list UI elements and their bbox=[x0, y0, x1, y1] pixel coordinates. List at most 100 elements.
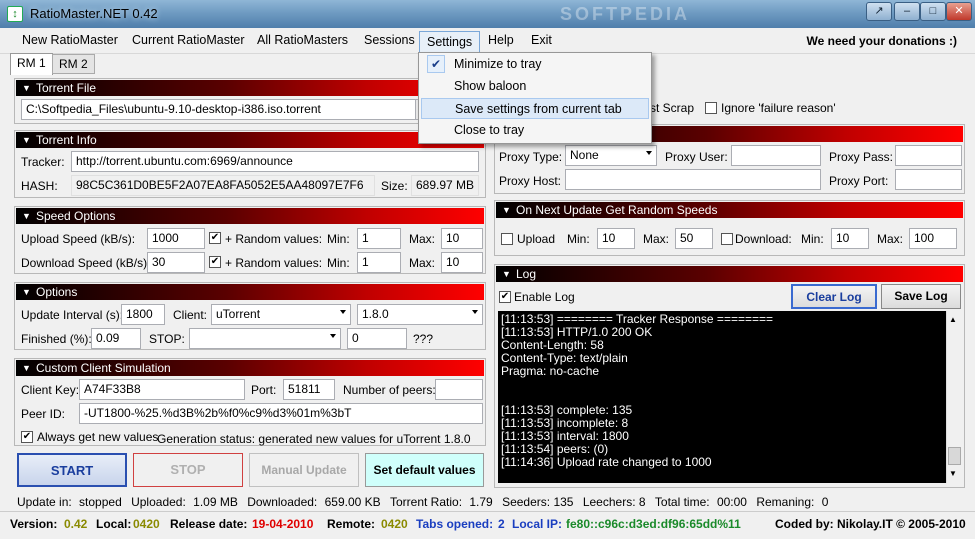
proxy-port-field[interactable] bbox=[895, 169, 962, 190]
header-label: Torrent Info bbox=[36, 133, 97, 147]
title-bar[interactable]: ↕ RatioMaster.NET 0.42 SOFTPEDIA ↗ – □ ✕ bbox=[0, 0, 975, 28]
upload-min-label: Min: bbox=[327, 232, 350, 246]
finished-field[interactable]: 0.09 bbox=[91, 328, 141, 349]
save-log-button[interactable]: Save Log bbox=[881, 284, 961, 309]
peers-field[interactable] bbox=[435, 379, 483, 400]
custom-client-header[interactable]: ▼ Custom Client Simulation bbox=[16, 360, 484, 376]
hash-label: HASH: bbox=[21, 179, 58, 193]
leechers-label: Leechers: bbox=[582, 495, 636, 509]
menu-save-settings[interactable]: Save settings from current tab bbox=[421, 98, 649, 119]
dropdown-arrow-icon bbox=[472, 310, 478, 314]
header-label: Torrent File bbox=[36, 81, 97, 95]
dropdown-arrow-icon bbox=[646, 151, 652, 155]
log-output[interactable]: [11:13:53] ======== Tracker Response ===… bbox=[498, 311, 946, 483]
torrent-file-group: ▼ Torrent File C:\Softpedia_Files\ubuntu-… bbox=[14, 78, 486, 124]
random-upload-min-field[interactable]: 10 bbox=[597, 228, 635, 249]
stop-value-field[interactable]: 0 bbox=[347, 328, 407, 349]
always-new-checkbox[interactable]: ✔ bbox=[21, 431, 33, 443]
header-label: Custom Client Simulation bbox=[36, 361, 171, 375]
help-caption-icon[interactable]: ↗ bbox=[866, 2, 892, 21]
torrent-info-header[interactable]: ▼ Torrent Info bbox=[16, 132, 484, 148]
peers-label: Number of peers: bbox=[343, 383, 436, 397]
leechers-value: 8 bbox=[638, 495, 646, 509]
proxy-user-field[interactable] bbox=[731, 145, 821, 166]
menu-bar: New RatioMaster Current RatioMaster All … bbox=[0, 28, 975, 54]
menu-minimize-to-tray[interactable]: ✔ Minimize to tray bbox=[421, 54, 649, 75]
options-header[interactable]: ▼ Options bbox=[16, 284, 484, 300]
local-label: Local: bbox=[96, 517, 132, 531]
random-download-min-field[interactable]: 10 bbox=[831, 228, 869, 249]
enable-log-checkbox[interactable]: ✔ bbox=[499, 291, 511, 303]
menu-item-label: Show baloon bbox=[454, 79, 527, 93]
proxy-host-field[interactable] bbox=[565, 169, 821, 190]
menu-current-ratiomaster[interactable]: Current RatioMaster bbox=[132, 33, 245, 47]
torrent-file-header[interactable]: ▼ Torrent File bbox=[16, 80, 484, 96]
speed-options-header[interactable]: ▼ Speed Options bbox=[16, 208, 484, 224]
log-header[interactable]: ▼ Log bbox=[496, 266, 963, 282]
random-upload-label: Upload bbox=[517, 232, 556, 246]
update-interval-field[interactable]: 1800 bbox=[121, 304, 165, 325]
client-select[interactable]: uTorrent bbox=[211, 304, 351, 325]
total-time-value: 00:00 bbox=[716, 495, 747, 509]
start-button[interactable]: START bbox=[17, 453, 127, 487]
enable-log-label: Enable Log bbox=[514, 290, 575, 304]
scroll-thumb[interactable] bbox=[948, 447, 961, 465]
torrent-path-field[interactable]: C:\Softpedia_Files\ubuntu-9.10-desktop-i… bbox=[21, 99, 421, 120]
menu-help[interactable]: Help bbox=[488, 33, 514, 47]
upload-max-field[interactable]: 10 bbox=[441, 228, 483, 249]
total-time-label: Total time: bbox=[654, 495, 710, 509]
download-speed-field[interactable]: 30 bbox=[147, 252, 205, 273]
log-scrollbar[interactable]: ▲ ▼ bbox=[946, 311, 962, 483]
menu-show-baloon[interactable]: Show baloon bbox=[421, 76, 649, 97]
random-download-max-field[interactable]: 100 bbox=[909, 228, 957, 249]
proxy-type-select[interactable]: None bbox=[565, 145, 657, 166]
seeders-value: 135 bbox=[553, 495, 574, 509]
finished-label: Finished (%): bbox=[21, 332, 92, 346]
set-defaults-button[interactable]: Set default values bbox=[365, 453, 484, 487]
client-version-select[interactable]: 1.8.0 bbox=[357, 304, 483, 325]
menu-new-ratiomaster[interactable]: New RatioMaster bbox=[22, 33, 118, 47]
download-min-field[interactable]: 1 bbox=[357, 252, 401, 273]
ignore-failure-checkbox[interactable] bbox=[705, 102, 717, 114]
tracker-field[interactable]: http://torrent.ubuntu.com:6969/announce bbox=[71, 151, 479, 172]
menu-item-label: Save settings from current tab bbox=[455, 102, 622, 116]
proxy-pass-field[interactable] bbox=[895, 145, 962, 166]
stop-select[interactable] bbox=[189, 328, 341, 349]
speed-options-group: ▼ Speed Options Upload Speed (kB/s): 1000… bbox=[14, 206, 486, 274]
minimize-icon[interactable]: – bbox=[894, 2, 920, 21]
menu-exit[interactable]: Exit bbox=[531, 33, 552, 47]
menu-sessions[interactable]: Sessions bbox=[364, 33, 415, 47]
upload-speed-label: Upload Speed (kB/s): bbox=[21, 232, 136, 246]
menu-all-ratiomasters[interactable]: All RatioMasters bbox=[257, 33, 348, 47]
menu-close-to-tray[interactable]: Close to tray bbox=[421, 120, 649, 141]
maximize-icon[interactable]: □ bbox=[920, 2, 946, 21]
client-key-field[interactable]: A74F33B8 bbox=[79, 379, 245, 400]
peer-id-field[interactable]: -UT1800-%25.%d3B%2b%f0%c9%d3%01m%3bT bbox=[79, 403, 483, 424]
upload-random-checkbox[interactable]: ✔ bbox=[209, 232, 221, 244]
port-field[interactable]: 51811 bbox=[283, 379, 335, 400]
scroll-down-icon[interactable]: ▼ bbox=[949, 469, 957, 478]
download-max-field[interactable]: 10 bbox=[441, 252, 483, 273]
dropdown-arrow-icon bbox=[330, 334, 336, 338]
close-icon[interactable]: ✕ bbox=[946, 2, 972, 21]
clear-log-button[interactable]: Clear Log bbox=[791, 284, 877, 309]
download-speed-label: Download Speed (kB/s): bbox=[21, 256, 151, 270]
download-random-checkbox[interactable]: ✔ bbox=[209, 256, 221, 268]
stop-button[interactable]: STOP bbox=[133, 453, 243, 487]
local-ip-value: fe80::c96c:d3ed:df96:65dd%11 bbox=[566, 517, 741, 531]
manual-update-button[interactable]: Manual Update bbox=[249, 453, 359, 487]
menu-settings[interactable]: Settings bbox=[419, 31, 481, 53]
upload-speed-field[interactable]: 1000 bbox=[147, 228, 205, 249]
app-icon[interactable]: ↕ bbox=[7, 6, 23, 22]
random-upload-checkbox[interactable] bbox=[501, 233, 513, 245]
random-upload-max-field[interactable]: 50 bbox=[675, 228, 713, 249]
upload-min-field[interactable]: 1 bbox=[357, 228, 401, 249]
ratiomaster-window: ↕ RatioMaster.NET 0.42 SOFTPEDIA ↗ – □ ✕… bbox=[0, 0, 975, 539]
random-download-checkbox[interactable] bbox=[721, 233, 733, 245]
update-in-label: Update in: bbox=[17, 495, 72, 509]
tab-rm2[interactable]: RM 2 bbox=[52, 54, 95, 74]
tab-rm1[interactable]: RM 1 bbox=[10, 53, 53, 75]
uploaded-value: 1.09 MB bbox=[193, 495, 238, 509]
random-speeds-header[interactable]: ▼ On Next Update Get Random Speeds bbox=[496, 202, 963, 218]
scroll-up-icon[interactable]: ▲ bbox=[949, 315, 957, 324]
